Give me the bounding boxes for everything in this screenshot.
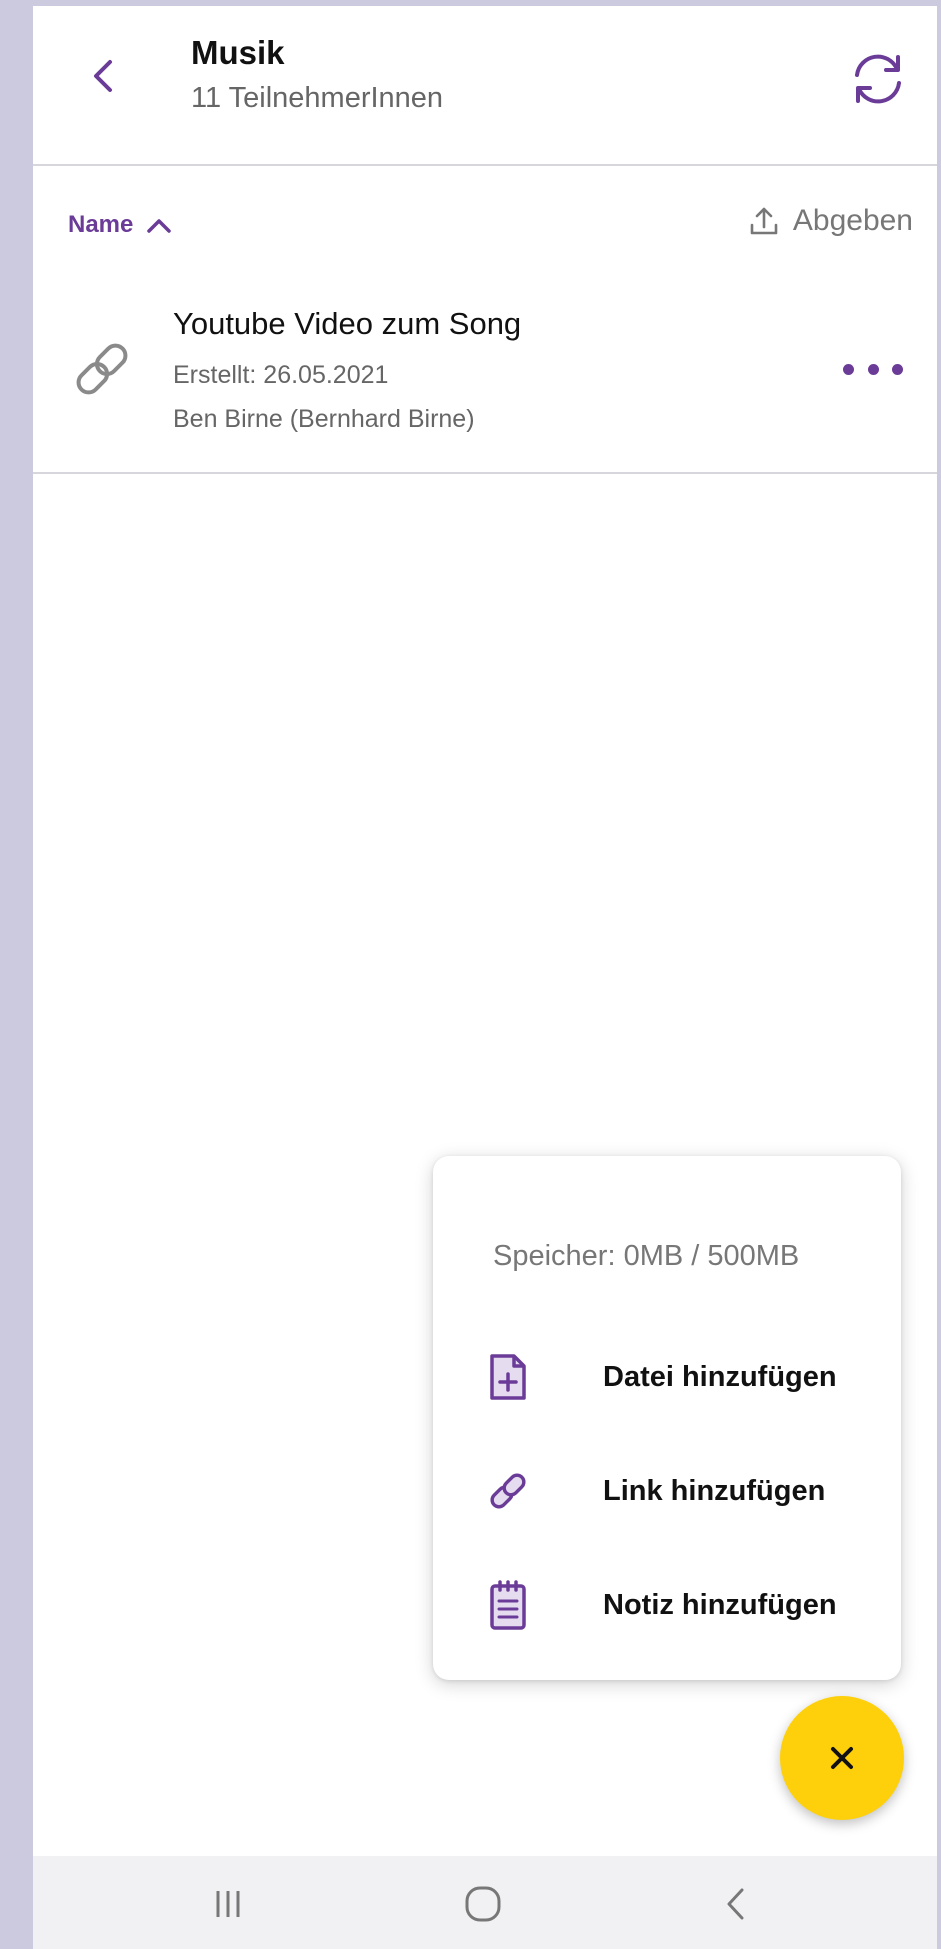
more-options-button[interactable] — [843, 354, 903, 384]
add-note-menu-item[interactable]: Notiz hinzufügen — [485, 1570, 885, 1640]
system-nav-bar — [33, 1856, 937, 1949]
add-note-label: Notiz hinzufügen — [603, 1588, 837, 1621]
chevron-left-icon — [94, 60, 112, 92]
recent-apps-button[interactable] — [193, 1874, 263, 1934]
recent-apps-icon — [216, 1891, 240, 1917]
home-button[interactable] — [448, 1874, 518, 1934]
submit-button[interactable]: Abgeben — [749, 204, 913, 238]
app-screen: Musik 11 TeilnehmerInnen Name Abgeben Yo… — [33, 6, 937, 1949]
sort-label: Name — [68, 211, 134, 238]
app-header: Musik 11 TeilnehmerInnen — [33, 6, 937, 166]
add-file-menu-item[interactable]: Datei hinzufügen — [485, 1342, 885, 1412]
refresh-button[interactable] — [843, 44, 913, 114]
sort-by-name-button[interactable]: Name — [68, 211, 173, 239]
link-icon — [485, 1463, 531, 1519]
item-author: Ben Birne (Bernhard Birne) — [173, 405, 475, 433]
close-menu-fab[interactable] — [780, 1696, 904, 1820]
storage-usage: Speicher: 0MB / 500MB — [493, 1240, 800, 1272]
link-icon — [76, 343, 128, 395]
upload-icon — [750, 207, 778, 235]
file-add-icon — [485, 1349, 531, 1405]
add-file-label: Datei hinzufügen — [603, 1360, 837, 1393]
page-title: Musik — [191, 34, 285, 71]
more-dot — [867, 363, 879, 375]
more-dot — [843, 363, 854, 375]
list-item[interactable]: Youtube Video zum Song Erstellt: 26.05.2… — [33, 264, 937, 474]
submit-label: Abgeben — [792, 204, 913, 237]
sort-bar: Name Abgeben — [33, 164, 937, 264]
back-button[interactable] — [73, 46, 133, 106]
item-created-date: Erstellt: 26.05.2021 — [173, 361, 389, 389]
participant-count: 11 TeilnehmerInnen — [191, 82, 444, 114]
add-link-menu-item[interactable]: Link hinzufügen — [485, 1456, 885, 1526]
item-title: Youtube Video zum Song — [173, 306, 522, 341]
add-link-label: Link hinzufügen — [603, 1474, 826, 1507]
note-icon — [485, 1577, 531, 1633]
system-back-button[interactable] — [701, 1874, 771, 1934]
add-menu: Speicher: 0MB / 500MB Datei hinzufügen L… — [433, 1156, 901, 1680]
close-icon — [831, 1747, 853, 1769]
chevron-up-icon — [147, 219, 172, 233]
chevron-left-icon — [727, 1888, 744, 1920]
home-icon — [465, 1886, 501, 1922]
refresh-icon — [855, 54, 901, 104]
more-dot — [892, 363, 903, 375]
